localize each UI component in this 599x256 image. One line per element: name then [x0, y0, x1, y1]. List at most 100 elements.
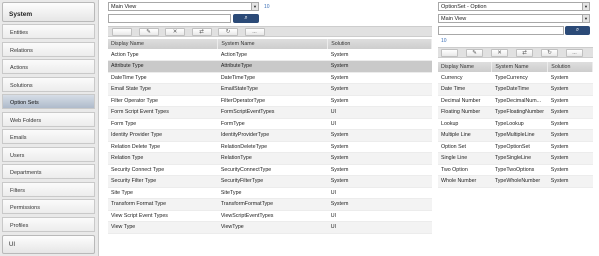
- table-row[interactable]: Relation Type RelationType System: [108, 152, 432, 165]
- transfer-button[interactable]: ⇄: [191, 28, 212, 36]
- column-header[interactable]: Solution: [327, 39, 432, 49]
- right-view-select[interactable]: Main View ▼: [438, 14, 590, 23]
- table-cell: Form Script Event Types: [108, 106, 218, 119]
- table-row[interactable]: DateTime Type DateTimeType System: [108, 72, 432, 84]
- transfer-button[interactable]: ⇄: [516, 49, 533, 57]
- table-row[interactable]: Identity Provider Type IdentityProviderTy…: [108, 129, 432, 142]
- table-cell: TypeOptionSet: [491, 141, 548, 153]
- table-row[interactable]: View Type ViewType UI: [108, 221, 432, 234]
- column-header[interactable]: Display Name: [108, 39, 219, 49]
- delete-button[interactable]: ✕: [491, 49, 508, 57]
- table-cell: Form Type: [108, 118, 218, 130]
- table-row[interactable]: Whole Number TypeWholeNumber System: [438, 175, 593, 188]
- table-cell: UI: [327, 187, 432, 199]
- sidebar-item-relations[interactable]: Relations: [2, 41, 95, 57]
- record-count: 10: [264, 4, 270, 10]
- table-row[interactable]: Lookup TypeLookup System: [438, 118, 593, 130]
- sidebar-item-actions[interactable]: Actions: [2, 59, 95, 74]
- chevron-down-icon[interactable]: ▼: [582, 15, 589, 22]
- column-header[interactable]: Solution: [547, 62, 593, 72]
- table-cell: TypeWholeNumber: [491, 175, 548, 188]
- sidebar-footer-ui[interactable]: UI: [2, 235, 95, 254]
- column-header[interactable]: System Name: [491, 62, 549, 72]
- table-row[interactable]: Action Type ActionType System: [108, 49, 432, 61]
- right-search-button[interactable]: ⌕: [565, 26, 590, 35]
- table-row[interactable]: Decimal Number TypeDecimalNum... System: [438, 95, 593, 107]
- sidebar-item-option-sets[interactable]: Option Sets: [2, 94, 95, 109]
- table-row[interactable]: Single Line TypeSingleLine System: [438, 152, 593, 165]
- sidebar-item-filters[interactable]: Filters: [2, 181, 95, 197]
- table-cell: SiteType: [217, 187, 328, 199]
- refresh-button[interactable]: ↻: [218, 28, 238, 36]
- table-row[interactable]: Relation Delete Type RelationDeleteType Sy…: [108, 141, 432, 153]
- table-cell: TypeMultipleLine: [491, 129, 548, 142]
- sidebar-item-solutions[interactable]: Solutions: [2, 76, 95, 92]
- table-row[interactable]: Transform Format Type TransformFormatType…: [108, 198, 432, 211]
- table-row[interactable]: Floating Number TypeFloatingNumber System: [438, 106, 593, 119]
- sidebar-item-users[interactable]: Users: [2, 146, 95, 162]
- table-cell: Filter Operator Type: [108, 95, 218, 107]
- table-cell: Whole Number: [438, 175, 492, 188]
- table-row[interactable]: Currency TypeCurrency System: [438, 72, 593, 84]
- search-button[interactable]: ⌕: [233, 14, 259, 23]
- table-cell: Security Filter Type: [108, 175, 218, 188]
- column-header[interactable]: Display Name: [438, 62, 493, 72]
- more-button[interactable]: ...: [566, 49, 583, 57]
- column-header[interactable]: System Name: [217, 39, 329, 49]
- right-search-input[interactable]: [438, 26, 564, 35]
- table-cell: View Script Event Types: [108, 210, 218, 222]
- table-row[interactable]: Filter Operator Type FilterOperatorType Sy…: [108, 95, 432, 107]
- table-row[interactable]: Site Type SiteType UI: [108, 187, 432, 199]
- right-record-count: 10: [441, 38, 447, 44]
- sidebar-item-emails[interactable]: Emails: [2, 129, 95, 144]
- table-cell: Currency: [438, 72, 492, 84]
- sidebar-item-entities[interactable]: Entities: [2, 24, 95, 39]
- table-row[interactable]: Option Set TypeOptionSet System: [438, 141, 593, 153]
- table-row[interactable]: Multiple Line TypeMultipleLine System: [438, 129, 593, 142]
- table-row[interactable]: Form Script Event Types FormScriptEventTy…: [108, 106, 432, 119]
- edit-button[interactable]: ✎: [466, 49, 483, 57]
- table-cell: Relation Delete Type: [108, 141, 218, 153]
- table-cell: Security Connect Type: [108, 164, 218, 176]
- left-data-grid: Display Name System Name Solution Action Ty…: [108, 39, 432, 234]
- table-row[interactable]: Two Option TypeTwoOptions System: [438, 164, 593, 176]
- table-cell: RelationDeleteType: [217, 141, 328, 153]
- table-cell: TypeDateTime: [491, 83, 548, 96]
- entity-select[interactable]: OptionSet - Option ▼: [438, 2, 590, 11]
- table-cell: View Type: [108, 221, 218, 234]
- table-row[interactable]: Form Type FormType UI: [108, 118, 432, 130]
- table-cell: Attribute Type: [108, 60, 218, 73]
- sidebar-item-permissions[interactable]: Permissions: [2, 199, 95, 214]
- table-row[interactable]: Date Time TypeDateTime System: [438, 83, 593, 96]
- table-cell: TypeCurrency: [491, 72, 548, 84]
- table-row[interactable]: Security Connect Type SecurityConnectType…: [108, 164, 432, 176]
- more-button[interactable]: ...: [244, 28, 265, 36]
- chevron-down-icon[interactable]: ▼: [251, 3, 258, 10]
- table-row[interactable]: Security Filter Type SecurityFilterType Sy…: [108, 175, 432, 188]
- view-select[interactable]: Main View ▼: [108, 2, 259, 11]
- search-input[interactable]: [108, 14, 231, 23]
- view-select-value: Main View: [111, 4, 137, 10]
- table-cell: System: [547, 152, 593, 165]
- table-cell: Email State Type: [108, 83, 218, 96]
- sidebar-item-departments[interactable]: Departments: [2, 164, 95, 179]
- chevron-down-icon[interactable]: ▼: [582, 3, 589, 10]
- table-row[interactable]: View Script Event Types ViewScriptEventTy…: [108, 210, 432, 222]
- edit-button[interactable]: ✎: [138, 28, 159, 36]
- table-cell: Option Set: [438, 141, 492, 153]
- table-cell: Site Type: [108, 187, 218, 199]
- table-cell: System: [547, 118, 593, 130]
- sidebar-item-profiles[interactable]: Profiles: [2, 216, 95, 232]
- sidebar: System Entities Relations Actions Solutions…: [0, 0, 99, 256]
- table-cell: System: [327, 49, 432, 61]
- new-button[interactable]: [112, 28, 132, 36]
- refresh-button[interactable]: ↻: [541, 49, 558, 57]
- table-cell: System: [547, 164, 593, 176]
- table-row[interactable]: Email State Type EmailStateType System: [108, 83, 432, 96]
- new-button[interactable]: [441, 49, 458, 57]
- sidebar-item-web-folders[interactable]: Web Folders: [2, 111, 95, 127]
- delete-button[interactable]: ✕: [165, 28, 185, 36]
- table-row[interactable]: Attribute Type AttributeType System: [108, 60, 432, 73]
- table-cell: Action Type: [108, 49, 218, 61]
- sidebar-header-system[interactable]: System: [2, 2, 95, 22]
